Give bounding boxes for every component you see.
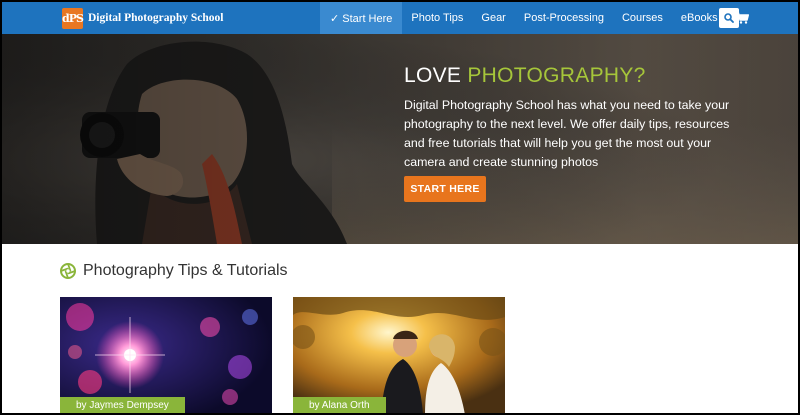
- site-name: Digital Photography School: [88, 12, 224, 24]
- page: dPS Digital Photography School ✓ Start H…: [2, 2, 798, 413]
- hero-banner: LOVE PHOTOGRAPHY? Digital Photography Sc…: [2, 34, 798, 244]
- hero-description: Digital Photography School has what you …: [404, 98, 730, 169]
- card-wedding-image: [293, 297, 505, 413]
- top-nav: dPS Digital Photography School ✓ Start H…: [2, 2, 798, 34]
- nav-photo-tips[interactable]: Photo Tips: [402, 2, 472, 34]
- start-here-button[interactable]: START HERE: [404, 176, 486, 202]
- nav-courses[interactable]: Courses: [613, 2, 672, 34]
- article-card[interactable]: by Jaymes Dempsey: [60, 297, 272, 413]
- nav-gear[interactable]: Gear: [472, 2, 514, 34]
- logo-mark: dPS: [62, 7, 84, 29]
- hero-title-prefix: LOVE: [404, 64, 468, 87]
- section-title: Photography Tips & Tutorials: [83, 262, 288, 279]
- main-menu: ✓ Start Here Photo Tips Gear Post-Proces…: [320, 2, 758, 34]
- nav-post-processing[interactable]: Post-Processing: [515, 2, 613, 34]
- hero-title-accent: PHOTOGRAPHY?: [467, 64, 646, 87]
- site-logo[interactable]: dPS Digital Photography School: [62, 7, 223, 29]
- section-header: Photography Tips & Tutorials: [60, 262, 288, 280]
- search-button[interactable]: [719, 8, 739, 28]
- nav-start-here[interactable]: ✓ Start Here: [320, 2, 403, 34]
- card-byline[interactable]: by Jaymes Dempsey: [60, 397, 185, 413]
- aperture-icon: [60, 263, 76, 279]
- hero-title: LOVE PHOTOGRAPHY?: [404, 64, 646, 88]
- card-byline[interactable]: by Alana Orth: [293, 397, 386, 413]
- card-bokeh-image: [60, 297, 272, 413]
- article-card[interactable]: by Alana Orth: [293, 297, 505, 413]
- search-icon: [724, 13, 734, 23]
